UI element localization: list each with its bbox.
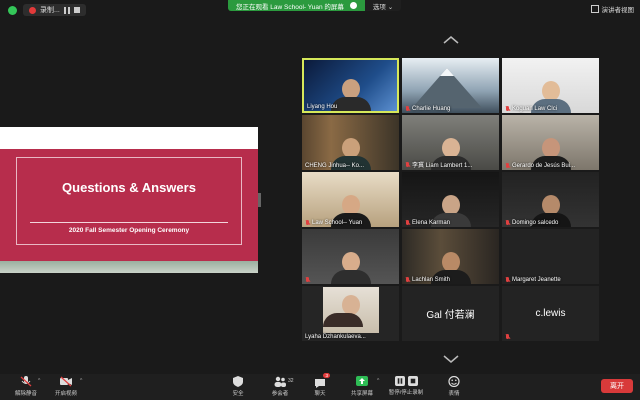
video-options-caret[interactable]: ^ <box>80 378 82 384</box>
view-toggle-label: 演讲者视图 <box>601 7 635 14</box>
mic-muted-icon <box>20 376 32 387</box>
participant-tile[interactable]: Elena Karman <box>402 172 499 227</box>
view-toggle-button[interactable]: 演讲者视图 <box>590 4 635 14</box>
pause-recording-icon[interactable] <box>63 6 70 14</box>
start-video-label: 开启视频 <box>54 391 77 397</box>
mic-muted-icon <box>305 220 310 226</box>
participants-icon <box>274 376 286 387</box>
recording-status: 录制... <box>8 3 86 17</box>
participant-avatar-image <box>322 287 379 333</box>
mic-muted-icon <box>505 334 510 340</box>
chevron-up-icon[interactable] <box>443 36 459 44</box>
share-banner: 您正在观看 Law School- Yuan 的屏幕 选项 ⌄ <box>228 0 402 11</box>
slide-photo-strip <box>0 261 258 273</box>
mic-muted-icon <box>505 220 510 226</box>
participant-video <box>330 252 371 284</box>
mic-muted-icon <box>405 220 410 226</box>
participant-name <box>305 277 312 283</box>
slide-subtitle: 2020 Fall Semester Opening Ceremony <box>68 227 190 234</box>
participant-name: Koguan Law Clci <box>505 106 557 112</box>
participant-tile[interactable]: Liyang Hou <box>302 58 399 113</box>
participant-name: Lachlan Smith <box>405 277 450 283</box>
participant-tile[interactable]: 李冀 Liam Lambert 1... <box>402 115 499 170</box>
share-banner-text: 您正在观看 Law School- Yuan 的屏幕 <box>228 0 365 11</box>
participant-tile[interactable]: Lyaha Dzhankulaeva... <box>302 286 399 341</box>
participant-tile[interactable] <box>302 229 399 284</box>
participant-avatar-image <box>412 68 482 108</box>
audio-options-caret[interactable]: ^ <box>38 378 40 384</box>
chat-button[interactable]: 3 聊天 <box>302 373 338 397</box>
mic-muted-icon <box>505 106 510 112</box>
participant-name: Domingo salcedo <box>505 220 558 226</box>
security-button[interactable]: 安全 <box>220 376 256 397</box>
chat-unread-badge: 3 <box>323 373 330 378</box>
share-screen-label: 共享屏幕 <box>350 391 373 397</box>
reactions-label: 表情 <box>448 391 460 397</box>
participant-name: Gal 付若澜 <box>426 310 475 321</box>
participant-tile[interactable]: Law School-- Yuan <box>302 172 399 227</box>
split-resize-handle[interactable] <box>258 193 261 207</box>
mic-muted-icon <box>305 277 310 283</box>
share-status-icon <box>349 2 357 9</box>
record-icon <box>29 6 36 14</box>
share-banner-label: 您正在观看 Law School- Yuan 的屏幕 <box>236 3 344 11</box>
share-options-button[interactable]: 选项 ⌄ <box>364 0 402 11</box>
chevron-down-icon[interactable] <box>443 355 459 363</box>
participant-name: Lyaha Dzhankulaeva... <box>305 334 366 340</box>
participant-name: Elena Karman <box>405 220 450 226</box>
participant-tile[interactable]: Koguan Law Clci <box>502 58 599 113</box>
participant-name: Law School-- Yuan <box>305 220 362 226</box>
participant-tile[interactable]: Charlie Huang <box>402 58 499 113</box>
share-options-caret[interactable]: ^ <box>377 378 379 384</box>
meeting-toolbar: 解除静音 ^ 开启视频 ^ 安全 参会者 32 3 聊天 共享屏幕 ^ 暂停/停… <box>0 373 640 400</box>
participants-label: 参会者 <box>271 391 289 397</box>
participant-name: Margaret Jeanette <box>505 277 561 283</box>
participant-tile[interactable]: Gal 付若澜 <box>402 286 499 341</box>
participants-count: 32 <box>288 378 294 384</box>
record-control-button[interactable]: 暂停/停止录制 <box>388 376 424 396</box>
mic-muted-icon <box>405 161 410 168</box>
record-label: 暂停/停止录制 <box>388 390 424 396</box>
record-controls-icon <box>394 376 418 386</box>
stop-recording-icon[interactable] <box>73 7 80 13</box>
chat-icon: 3 <box>314 373 330 388</box>
recording-pill: 录制... <box>23 4 86 16</box>
share-screen-icon <box>356 376 368 386</box>
share-options-label: 选项 <box>372 4 386 11</box>
shield-icon <box>233 376 243 387</box>
mic-muted-icon <box>405 277 410 283</box>
mic-muted-icon <box>505 163 510 169</box>
participant-name: CHENG Jinhua-- Ko... <box>305 163 365 169</box>
security-label: 安全 <box>232 391 244 397</box>
participant-name: Charlie Huang <box>405 106 450 112</box>
participant-tile[interactable]: Domingo salcedo <box>502 172 599 227</box>
leave-meeting-button[interactable]: 离开 <box>601 379 633 393</box>
reactions-button[interactable]: 表情 <box>436 376 472 397</box>
participant-tile[interactable]: Lachlan Smith <box>402 229 499 284</box>
participant-name: c.lewis <box>535 308 566 319</box>
participant-name: 李冀 Liam Lambert 1... <box>405 160 472 169</box>
participant-status <box>505 334 510 340</box>
participant-name: Gerardo de Jesús Bui... <box>505 163 575 169</box>
shield-icon <box>8 5 17 15</box>
video-off-icon <box>60 376 72 387</box>
slide-title: Questions & Answers <box>62 180 196 195</box>
share-screen-button[interactable]: 共享屏幕 <box>344 376 380 397</box>
participant-tile[interactable]: c.lewis <box>502 286 599 341</box>
shared-screen: Questions & Answers 2020 Fall Semester O… <box>0 127 258 273</box>
participant-tile[interactable]: Margaret Jeanette <box>502 229 599 284</box>
unmute-label: 解除静音 <box>14 391 37 397</box>
participant-tile[interactable]: Gerardo de Jesús Bui... <box>502 115 599 170</box>
slide-divider <box>30 222 228 223</box>
chat-label: 聊天 <box>314 391 326 397</box>
gallery-view-icon <box>590 5 599 13</box>
recording-label: 录制... <box>40 7 60 14</box>
smiley-icon <box>448 376 460 387</box>
participant-tile[interactable]: CHENG Jinhua-- Ko... <box>302 115 399 170</box>
participant-name: Liyang Hou <box>307 104 338 110</box>
mic-muted-icon <box>505 277 510 283</box>
start-video-button[interactable]: 开启视频 <box>48 376 84 397</box>
mic-muted-icon <box>405 106 410 112</box>
